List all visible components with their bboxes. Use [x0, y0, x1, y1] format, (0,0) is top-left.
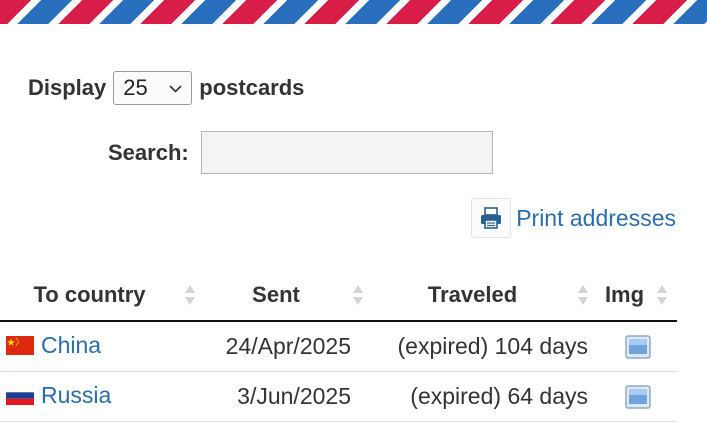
- printer-icon: [471, 198, 512, 238]
- china-flag-icon: [6, 335, 34, 355]
- search-label: Search:: [108, 139, 189, 165]
- sort-icon: [578, 285, 588, 305]
- display-suffix: postcards: [199, 75, 305, 100]
- country-name: China: [41, 331, 102, 358]
- header-sent[interactable]: Sent: [205, 270, 373, 322]
- display-length-select[interactable]: 25: [113, 71, 193, 105]
- display-label: Display: [28, 75, 107, 100]
- display-length-value: 25: [123, 75, 148, 100]
- display-length-control: Display 25 postcards: [28, 71, 304, 105]
- search-control: Search:: [108, 131, 493, 174]
- header-img[interactable]: Img: [598, 270, 677, 322]
- traveled-status: (expired) 64 days: [373, 371, 598, 422]
- img-cell: [598, 321, 677, 372]
- sent-date: 3/Jun/2025: [205, 371, 373, 422]
- traveled-status: (expired) 104 days: [373, 321, 598, 372]
- table-row: China 24/Apr/2025 (expired) 104 days: [0, 321, 677, 372]
- airmail-border: [0, 0, 707, 24]
- country-cell: China: [0, 321, 205, 372]
- img-cell: [598, 371, 677, 422]
- country-link[interactable]: China: [6, 332, 101, 359]
- table-row: Russia 3/Jun/2025 (expired) 64 days: [0, 371, 677, 422]
- header-traveled[interactable]: Traveled: [373, 270, 598, 322]
- sort-icon: [185, 285, 195, 305]
- russia-flag-icon: [6, 385, 34, 405]
- print-addresses-link[interactable]: Print addresses: [471, 198, 676, 238]
- header-to-country[interactable]: To country: [0, 270, 205, 322]
- sort-icon: [353, 285, 363, 305]
- sent-date: 24/Apr/2025: [205, 321, 373, 372]
- image-icon[interactable]: [624, 384, 651, 410]
- country-name: Russia: [41, 381, 112, 408]
- postcards-table: To country Sent Traveled Img China 24/Ap…: [0, 270, 677, 422]
- search-input[interactable]: [200, 131, 493, 174]
- chevron-down-icon: [169, 84, 182, 93]
- image-icon[interactable]: [624, 334, 651, 360]
- sort-icon: [657, 285, 667, 305]
- country-cell: Russia: [0, 371, 205, 422]
- table-header-row: To country Sent Traveled Img: [0, 270, 677, 322]
- country-link[interactable]: Russia: [6, 382, 111, 409]
- print-addresses-label: Print addresses: [516, 204, 676, 231]
